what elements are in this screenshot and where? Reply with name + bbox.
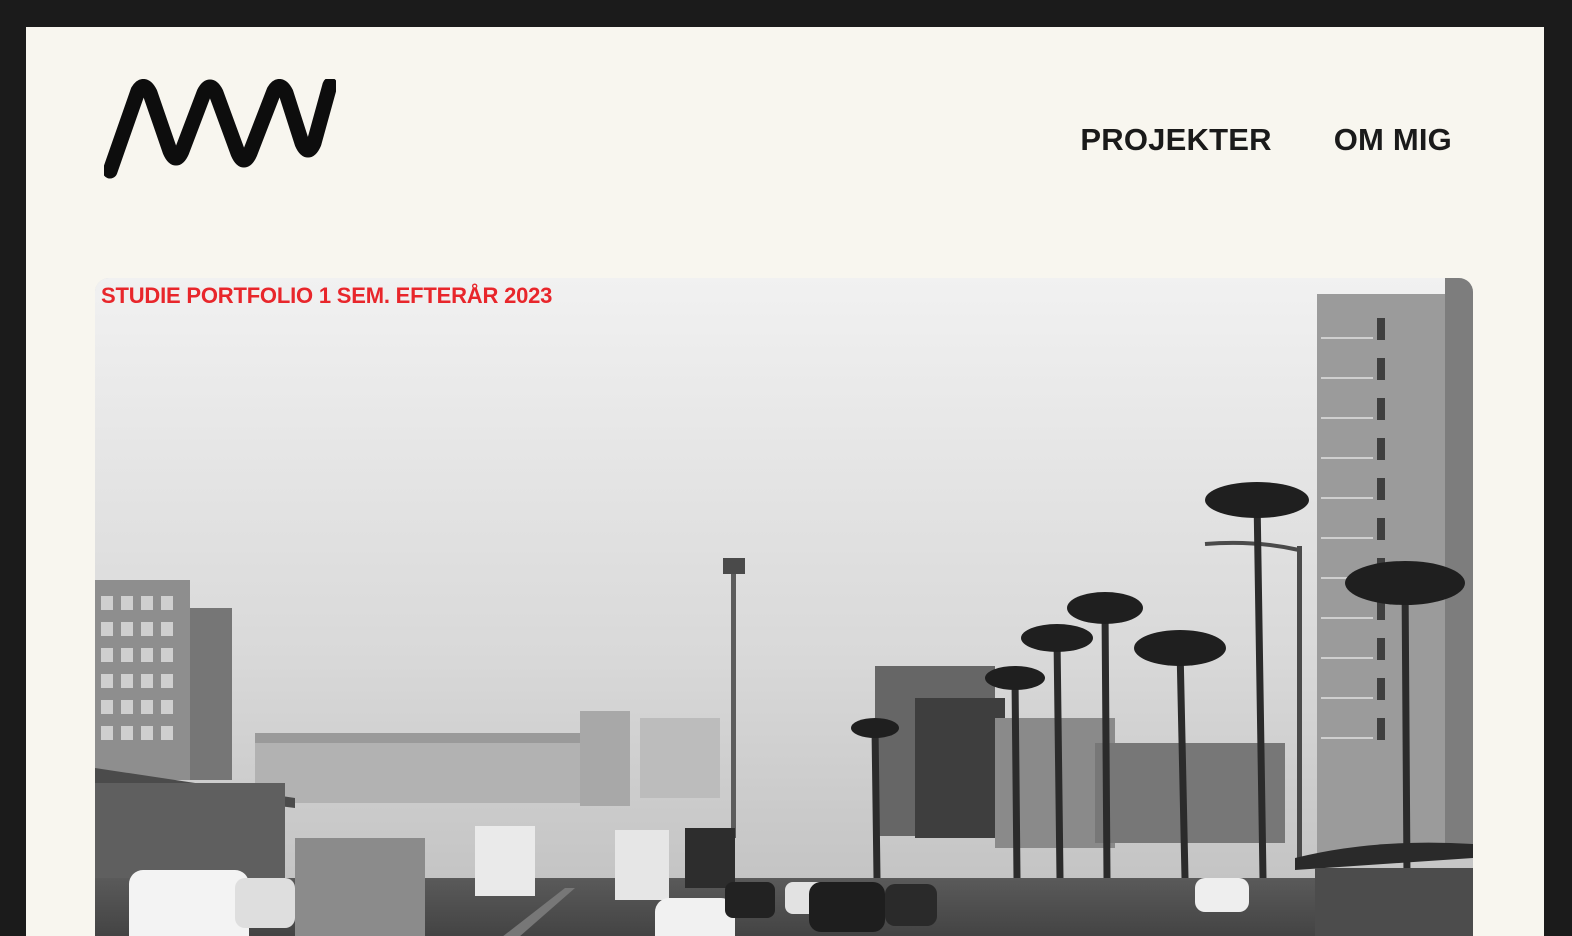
nav-projekter[interactable]: PROJEKTER [1080,122,1271,158]
logo[interactable] [102,77,338,179]
street-photo-icon [95,278,1473,936]
main-nav: PROJEKTER OM MIG [1080,122,1452,158]
mw-logo-icon [102,77,338,179]
nav-om-mig[interactable]: OM MIG [1334,122,1452,158]
hero-image: STUDIE PORTFOLIO 1 SEM. EFTERÅR 2023 [95,278,1473,936]
page-frame: PROJEKTER OM MIG STUDIE PORTFOLIO 1 SEM.… [26,27,1544,936]
hero-tagline: STUDIE PORTFOLIO 1 SEM. EFTERÅR 2023 [101,283,553,308]
